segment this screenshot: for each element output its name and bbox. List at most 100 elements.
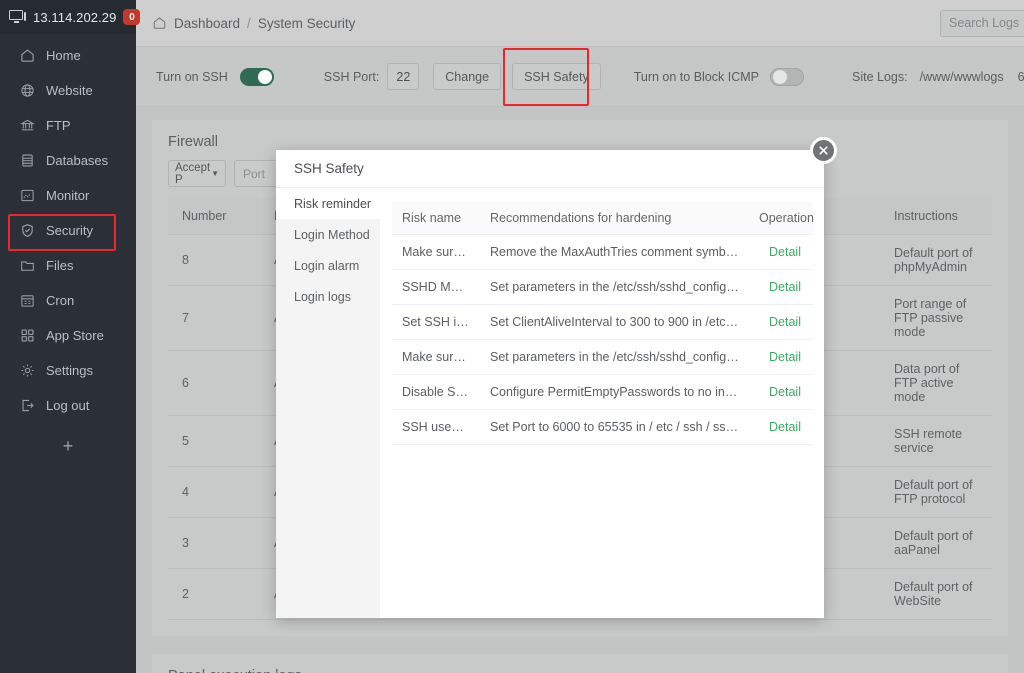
risk-name: SSH uses the ... [392, 409, 480, 445]
detail-link[interactable]: Detail [769, 245, 801, 259]
sidebar-item-databases[interactable]: Databases [0, 143, 136, 178]
table-header-row: Risk name Recommendations for hardening … [392, 202, 814, 235]
modal-body: Risk reminder Login Method Login alarm Logi… [276, 188, 824, 618]
modal-tab-login-alarm[interactable]: Login alarm [276, 250, 380, 281]
server-monitor-icon [9, 10, 26, 24]
risk-operation-cell: Detail [749, 269, 813, 305]
firewall-number: 5 [168, 415, 258, 467]
site-logs-size: 666.00 b [1017, 69, 1024, 84]
risk-recommendation: Configure PermitEmptyPasswords to no in … [480, 374, 749, 410]
risk-name: Make sure SS... [392, 234, 480, 270]
ssh-toggle[interactable] [239, 67, 274, 86]
sidebar-item-cron[interactable]: Cron [0, 283, 136, 318]
search-logs-input[interactable]: Search Logs [940, 9, 1024, 37]
change-button[interactable]: Change [433, 63, 502, 90]
column-header: Recommendations for hardening [480, 202, 749, 235]
sidebar-item-label: Log out [46, 398, 90, 413]
risk-operation-cell: Detail [749, 409, 813, 445]
modal-nav: Risk reminder Login Method Login alarm Logi… [276, 188, 380, 618]
risk-table: Risk name Recommendations for hardening … [392, 202, 814, 445]
database-icon [20, 153, 35, 168]
modal-title: SSH Safety [276, 150, 824, 188]
modal-tab-login-method[interactable]: Login Method [276, 219, 380, 250]
firewall-number: 4 [168, 466, 258, 518]
detail-link[interactable]: Detail [769, 350, 801, 364]
firewall-number: 3 [168, 517, 258, 569]
close-icon[interactable] [810, 137, 837, 164]
sidebar-item-label: FTP [46, 118, 71, 133]
column-header: Risk name [392, 202, 480, 235]
detail-link[interactable]: Detail [769, 385, 801, 399]
home-icon [152, 16, 167, 30]
chevron-down-icon: ▼ [211, 169, 219, 178]
risk-recommendation: Set ClientAliveInterval to 300 to 900 in… [480, 304, 749, 340]
risk-recommendation: Remove the MaxAuthTries comment symbol #… [480, 234, 749, 270]
ssh-safety-modal: SSH Safety Risk reminder Login Method Logi… [276, 137, 837, 618]
site-logs-label: Site Logs: [851, 69, 908, 84]
globe-icon [20, 83, 35, 98]
ssh-toolbar: Turn on SSH SSH Port: 22 Change SSH Safe… [136, 47, 1024, 107]
risk-name: Make sure SS... [392, 339, 480, 375]
firewall-behavior-select-value: Accept P [175, 161, 211, 186]
turn-on-ssh-label: Turn on SSH [156, 69, 228, 84]
sidebar-item-monitor[interactable]: Monitor [0, 178, 136, 213]
table-row: Disable SSH u...Configure PermitEmptyPas… [392, 374, 813, 410]
server-ip-label: 13.114.202.29 [33, 9, 117, 25]
ssh-safety-button[interactable]: SSH Safety [512, 63, 601, 90]
sidebar-item-log-out[interactable]: Log out [0, 388, 136, 423]
firewall-number: 7 [168, 285, 258, 351]
sidebar-item-security[interactable]: Security [0, 213, 136, 251]
sidebar-item-home[interactable]: Home [0, 38, 136, 73]
sidebar-item-label: Files [46, 258, 74, 273]
sidebar-add-button[interactable]: + [0, 427, 136, 465]
table-row: Make sure SS...Set parameters in the /et… [392, 339, 813, 375]
logout-icon [20, 398, 35, 413]
breadcrumb-current: System Security [257, 15, 356, 31]
table-row: SSH uses the ...Set Port to 6000 to 6553… [392, 409, 813, 445]
firewall-instructions: Default port of FTP protocol [878, 466, 992, 518]
folder-icon [20, 258, 35, 273]
risk-name: Disable SSH u... [392, 374, 480, 410]
modal-tab-risk-reminder[interactable]: Risk reminder [276, 188, 380, 219]
risk-recommendation: Set parameters in the /etc/ssh/sshd_conf… [480, 269, 749, 305]
detail-link[interactable]: Detail [769, 315, 801, 329]
breadcrumb-home[interactable]: Dashboard [174, 16, 240, 31]
firewall-number: 6 [168, 350, 258, 416]
firewall-behavior-select[interactable]: Accept P ▼ [168, 160, 226, 187]
sidebar-item-label: Cron [46, 293, 75, 308]
sidebar-item-app-store[interactable]: App Store [0, 318, 136, 353]
sidebar-nav: Home Website FTP Databases Monitor Secur… [0, 34, 136, 465]
risk-operation-cell: Detail [749, 339, 813, 375]
table-row: SSHD Mandat...Set parameters in the /etc… [392, 269, 813, 305]
breadcrumb: Dashboard / System Security [152, 16, 355, 31]
monitor-chart-icon [20, 188, 35, 203]
sidebar-item-ftp[interactable]: FTP [0, 108, 136, 143]
notification-badge[interactable]: 0 [123, 9, 141, 25]
app-root: 13.114.202.29 0 Home Website FTP Databas… [0, 0, 1024, 673]
modal-tab-login-logs[interactable]: Login logs [276, 281, 380, 312]
sidebar-item-settings[interactable]: Settings [0, 353, 136, 388]
detail-link[interactable]: Detail [769, 420, 801, 434]
table-row: Set SSH idle e...Set ClientAliveInterval… [392, 304, 813, 340]
risk-name: Set SSH idle e... [392, 304, 480, 340]
panel-logs-title: Panel execution logs [152, 654, 1008, 673]
sidebar-item-label: Databases [46, 153, 109, 168]
gear-icon [20, 363, 35, 378]
sidebar-item-website[interactable]: Website [0, 73, 136, 108]
table-row: Make sure SS...Remove the MaxAuthTries c… [392, 234, 813, 270]
sidebar-item-files[interactable]: Files [0, 248, 136, 283]
sidebar-server-header[interactable]: 13.114.202.29 0 [0, 0, 141, 34]
block-icmp-toggle[interactable] [769, 67, 804, 86]
sidebar-item-label: Settings [46, 363, 93, 378]
firewall-instructions: Data port of FTP active mode [878, 350, 992, 416]
ftp-icon [20, 118, 35, 133]
panel-logs-card: Panel execution logs Number Operation Co… [152, 654, 1008, 673]
grid-icon [20, 328, 35, 343]
detail-link[interactable]: Detail [769, 280, 801, 294]
column-header: Number [168, 198, 258, 235]
firewall-instructions: SSH remote service [878, 415, 992, 467]
firewall-instructions: Port range of FTP passive mode [878, 285, 992, 351]
ssh-port-input[interactable]: 22 [387, 63, 420, 90]
sidebar-item-label: Home [46, 48, 81, 63]
sidebar-item-label: Monitor [46, 188, 90, 203]
